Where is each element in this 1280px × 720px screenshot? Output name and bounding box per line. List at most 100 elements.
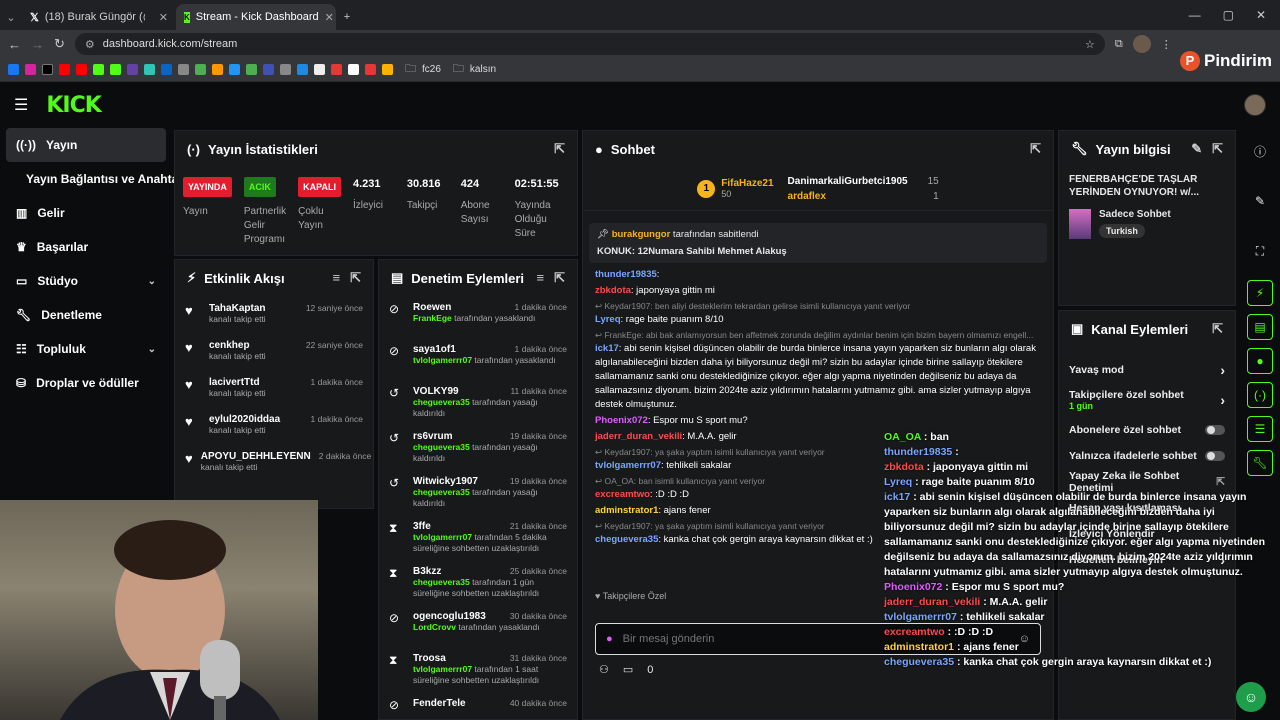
chat-username[interactable]: ick17 — [595, 343, 619, 354]
moderator-name[interactable]: tvlolgamerrr07 — [413, 355, 472, 365]
bookmark-folder-fc26[interactable]: fc26 — [422, 64, 441, 75]
bookmark-icon[interactable] — [263, 64, 274, 75]
tab-twitter[interactable]: 𝕏 (18) Burak Güngör (@gungorbu ✕ — [22, 4, 176, 30]
bookmark-icon[interactable] — [229, 64, 240, 75]
popout-icon[interactable]: ⇱ — [1212, 141, 1223, 157]
reload-icon[interactable]: ↻ — [54, 36, 65, 52]
moderated-user[interactable]: rs6vrum — [413, 431, 452, 442]
maximize-icon[interactable]: ▢ — [1223, 8, 1234, 22]
facebook-icon[interactable] — [8, 64, 19, 75]
popout-icon[interactable]: ⇱ — [554, 270, 565, 286]
bookmark-icon[interactable] — [348, 64, 359, 75]
users-icon[interactable]: ⚇ — [599, 663, 609, 676]
filter-icon[interactable]: ≡ — [333, 270, 341, 286]
bookmark-icon[interactable] — [382, 64, 393, 75]
bolt-icon[interactable]: ⚡︎ — [1247, 280, 1273, 306]
gifter-name[interactable]: ardaflex — [788, 191, 826, 202]
new-tab-button[interactable]: + — [336, 4, 358, 30]
close-window-icon[interactable]: ✕ — [1256, 8, 1266, 22]
sidebar-item-denetleme[interactable]: 🔧︎ Denetleme — [0, 298, 172, 332]
moderator-name[interactable]: cheguevera35 — [413, 487, 470, 497]
chat-username[interactable]: cheguevera35 — [595, 534, 658, 545]
moderated-user[interactable]: 3ffe — [413, 521, 431, 532]
document-icon[interactable]: ▤ — [1247, 314, 1273, 340]
channel-action-item[interactable]: Yavaş mod › — [1059, 357, 1235, 383]
gifter-name[interactable]: DanimarkaliGurbetci1905 — [788, 176, 908, 187]
info-icon[interactable]: ⓘ — [1247, 138, 1273, 164]
bookmark-star-icon[interactable]: ☆ — [1085, 38, 1095, 51]
sidebar-item-droplar[interactable]: ⛁ Droplar ve ödüller — [0, 366, 172, 400]
kick-icon[interactable] — [93, 64, 104, 75]
moderator-name[interactable]: cheguevera35 — [413, 442, 470, 452]
sidebar-item-studyo[interactable]: ▭ Stüdyo ⌄ — [0, 264, 172, 298]
bookmark-icon[interactable] — [178, 64, 189, 75]
category-name[interactable]: Sadece Sohbet — [1099, 209, 1171, 220]
activity-user[interactable]: lacivertTtd — [209, 377, 266, 388]
extensions-icon[interactable]: ⧉ — [1115, 38, 1123, 51]
popout-icon[interactable]: ⇱ — [554, 141, 565, 157]
moderated-user[interactable]: FenderTele — [413, 698, 466, 709]
edit-icon[interactable]: ✎ — [1247, 188, 1273, 214]
activity-user[interactable]: APOYU_DEHHLEYENN — [201, 451, 311, 462]
bookmark-icon[interactable] — [297, 64, 308, 75]
user-avatar[interactable] — [1244, 94, 1266, 116]
tab-search-button[interactable]: ⌄ — [0, 4, 22, 30]
crop-icon[interactable]: ⛶ — [1247, 238, 1273, 264]
browser-menu-icon[interactable]: ⋮ — [1161, 38, 1172, 51]
x-icon[interactable] — [42, 64, 53, 75]
chat-username[interactable]: adminstrator1 — [595, 505, 658, 516]
activity-user[interactable]: TahaKaptan — [209, 303, 266, 314]
moderated-user[interactable]: saya1of1 — [413, 344, 456, 355]
moderated-user[interactable]: Troosa — [413, 653, 446, 664]
hamburger-menu-icon[interactable]: ☰ — [14, 95, 28, 115]
close-tab-icon[interactable]: ✕ — [325, 11, 334, 24]
site-info-icon[interactable]: ⚙ — [85, 38, 95, 51]
moderated-user[interactable]: Witwicky1907 — [413, 476, 478, 487]
youtube-icon[interactable] — [59, 64, 70, 75]
bookmark-icon[interactable] — [314, 64, 325, 75]
bookmark-icon[interactable] — [365, 64, 376, 75]
shop-icon[interactable]: ▭ — [623, 663, 633, 676]
moderated-user[interactable]: VOLKY99 — [413, 386, 459, 397]
filter-icon[interactable]: ≡ — [537, 270, 545, 286]
twitch-icon[interactable] — [127, 64, 138, 75]
channel-action-item[interactable]: Takipçilere özel sohbet 1 gün › — [1059, 383, 1235, 417]
popout-icon[interactable]: ⇱ — [1212, 321, 1223, 337]
emote-icon[interactable]: ● — [606, 633, 613, 645]
chat-username[interactable]: tvlolgamerrr07 — [595, 460, 661, 471]
moderator-name[interactable]: FrankEge — [413, 313, 452, 323]
moderated-user[interactable]: ogencoglu1983 — [413, 611, 486, 622]
chat-bubble-icon[interactable]: ● — [1247, 348, 1273, 374]
sidebar-item-gelir[interactable]: ▥ Gelir — [0, 196, 172, 230]
pinned-by[interactable]: burakgungor — [612, 229, 671, 240]
edit-icon[interactable]: ✎ — [1191, 141, 1202, 157]
profile-avatar[interactable] — [1132, 35, 1151, 53]
moderated-user[interactable]: B3kzz — [413, 566, 441, 577]
activity-user[interactable]: eylul2020iddaa — [209, 414, 280, 425]
moderator-name[interactable]: tvlolgamerrr07 — [413, 532, 472, 542]
gifter-name[interactable]: FifaHaze21 — [721, 178, 773, 189]
forward-icon[interactable]: → — [31, 37, 44, 52]
moderator-name[interactable]: tvlolgamerrr07 — [413, 664, 472, 674]
moderated-user[interactable]: Roewen — [413, 302, 451, 313]
pinned-message[interactable]: 📌︎ burakgungor tarafından sabitlendi KON… — [589, 223, 1047, 263]
bookmark-icon[interactable] — [144, 64, 155, 75]
bookmark-icon[interactable] — [246, 64, 257, 75]
bookmark-icon[interactable] — [212, 64, 223, 75]
tab-kick-dashboard[interactable]: K Stream - Kick Dashboard ✕ — [176, 4, 336, 30]
broadcast-icon[interactable]: (·) — [1247, 382, 1273, 408]
instagram-icon[interactable] — [25, 64, 36, 75]
sidebar-item-basarilar[interactable]: ♛ Başarılar — [0, 230, 172, 264]
activity-user[interactable]: cenkhep — [209, 340, 266, 351]
popout-icon[interactable]: ⇱ — [1030, 141, 1041, 157]
back-icon[interactable]: ← — [8, 37, 21, 52]
kick-icon[interactable] — [110, 64, 121, 75]
popout-icon[interactable]: ⇱ — [350, 270, 361, 286]
bookmark-icon[interactable] — [195, 64, 206, 75]
chat-username[interactable]: excreamtwo — [595, 489, 650, 500]
moderator-name[interactable]: cheguevera35 — [413, 577, 470, 587]
chat-username[interactable]: zbkdota — [595, 285, 631, 296]
sidebar-item-yayin[interactable]: ((·)) Yayın — [6, 128, 166, 162]
chat-username[interactable]: jaderr_duran_vekili — [595, 431, 682, 442]
chat-username[interactable]: Lyreq — [595, 314, 621, 325]
